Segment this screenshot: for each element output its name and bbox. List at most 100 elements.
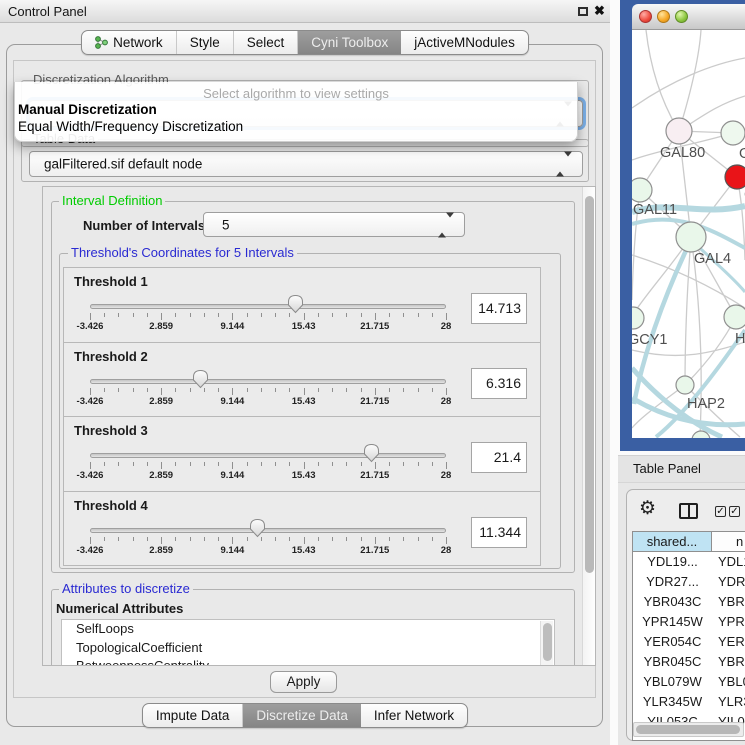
slider-tick — [147, 462, 148, 466]
table-row[interactable]: YBR043CYBR0 — [633, 592, 745, 612]
close-icon[interactable]: ✖ — [594, 2, 605, 20]
network-node-hap2[interactable] — [676, 376, 694, 394]
tab-discretize-data[interactable]: Discretize Data — [243, 704, 361, 727]
slider-tick-label: 15.43 — [292, 321, 316, 332]
threshold-value-field[interactable]: 14.713 — [471, 293, 527, 324]
slider-tick — [304, 313, 305, 320]
slider-tick — [90, 462, 91, 469]
table-row[interactable]: YER054CYER0 — [633, 632, 745, 652]
scrollbar-thumb[interactable] — [543, 623, 552, 661]
column-header-n[interactable]: n — [712, 532, 745, 552]
slider-tick — [346, 462, 347, 466]
network-node-c[interactable] — [725, 165, 745, 189]
node-table: shared...n YDL19...YDL1YDR27...YDR2YBR04… — [632, 531, 745, 741]
scrollbar-thumb[interactable] — [636, 725, 740, 734]
slider-tick — [133, 313, 134, 317]
slider-tick — [432, 537, 433, 541]
minimize-traffic-light-icon[interactable] — [657, 10, 670, 23]
network-node-gal4[interactable] — [676, 222, 706, 252]
slider-tick-label: 15.43 — [292, 396, 316, 407]
slider-tick — [418, 388, 419, 392]
network-window-titlebar[interactable] — [632, 4, 745, 30]
table-cell: YDL19... — [633, 552, 712, 572]
threshold-slider-track[interactable] — [90, 304, 446, 309]
slider-tick — [375, 462, 376, 469]
table-data-combobox[interactable]: galFiltered.sif default node — [29, 151, 583, 177]
dropdown-item-manual-discretization[interactable]: Manual Discretization — [15, 101, 577, 118]
tab-select[interactable]: Select — [234, 31, 299, 54]
threshold-slider-track[interactable] — [90, 528, 446, 533]
settings-vertical-scrollbar[interactable] — [582, 187, 596, 665]
attribute-item-topologicalcoefficient[interactable]: TopologicalCoefficient — [62, 639, 554, 658]
slider-tick — [90, 388, 91, 395]
column-header-shared-[interactable]: shared... — [633, 532, 712, 552]
float-window-icon[interactable] — [578, 7, 588, 16]
tab-infer-network[interactable]: Infer Network — [361, 704, 467, 727]
checkbox-icon[interactable]: ✓ — [729, 506, 740, 517]
threshold-value-field[interactable]: 21.4 — [471, 442, 527, 473]
slider-tick — [346, 388, 347, 392]
table-row[interactable]: YLR345WYLR3 — [633, 692, 745, 712]
number-of-intervals-combobox[interactable]: 5 — [203, 212, 465, 237]
threshold-slider-thumb[interactable] — [192, 369, 209, 392]
slider-tick-label: 15.43 — [292, 470, 316, 481]
threshold-rows: Threshold 1-3.4262.8599.14415.4321.71528… — [63, 267, 541, 566]
table-row[interactable]: YDR27...YDR2 — [633, 572, 745, 592]
threshold-slider-track[interactable] — [90, 453, 446, 458]
table-row[interactable]: YPR145WYPR1 — [633, 612, 745, 632]
slider-tick — [289, 462, 290, 466]
slider-tick — [247, 462, 248, 466]
slider-tick — [90, 313, 91, 320]
gear-icon[interactable]: ⚙ — [639, 497, 656, 520]
network-node-gal11[interactable] — [632, 178, 652, 202]
table-row[interactable]: YBR045CYBR0 — [633, 652, 745, 672]
slider-tick — [232, 462, 233, 469]
network-node-gcy1[interactable] — [632, 307, 644, 329]
threshold-value-field[interactable]: 6.316 — [471, 368, 527, 399]
apply-button[interactable]: Apply — [270, 671, 337, 693]
checkbox-icon[interactable]: ✓ — [715, 506, 726, 517]
tab-label: Network — [113, 35, 163, 50]
slider-tick — [289, 537, 290, 541]
threshold-slider-thumb[interactable] — [363, 443, 380, 466]
tab-label: Select — [247, 35, 285, 50]
tab-network[interactable]: Network — [82, 31, 177, 54]
table-row[interactable]: YBL079WYBL0 — [633, 672, 745, 692]
close-traffic-light-icon[interactable] — [639, 10, 652, 23]
window-title: Control Panel — [8, 4, 87, 19]
slider-tick — [418, 537, 419, 541]
slider-tick — [133, 388, 134, 392]
table-cell: YBR0 — [712, 592, 745, 612]
network-canvas[interactable]: GAL80GCGAL11GAL4GCY1HHAP2 — [632, 30, 745, 438]
slider-tick — [190, 313, 191, 317]
threshold-slider-thumb[interactable] — [249, 518, 266, 541]
numerical-attributes-list[interactable]: SelfLoopsTopologicalCoefficientBetweenne… — [61, 619, 555, 666]
zoom-traffic-light-icon[interactable] — [675, 10, 688, 23]
tab-impute-data[interactable]: Impute Data — [143, 704, 244, 727]
slider-tick — [403, 313, 404, 317]
tab-cyni-toolbox[interactable]: Cyni Toolbox — [298, 31, 401, 54]
slider-tick — [261, 462, 262, 466]
table-horizontal-scrollbar[interactable] — [633, 722, 744, 737]
scrollbar-thumb[interactable] — [585, 196, 594, 573]
attributes-list-scrollbar[interactable] — [540, 621, 553, 666]
threshold-slider-track[interactable] — [90, 379, 446, 384]
thresholds-group-label: Threshold's Coordinates for 5 Intervals — [68, 246, 297, 259]
slider-tick — [304, 537, 305, 544]
attribute-item-selfloops[interactable]: SelfLoops — [62, 620, 554, 639]
slider-tick — [304, 388, 305, 395]
slider-tick-label: 15.43 — [292, 545, 316, 556]
slider-tick — [232, 388, 233, 395]
network-node-g[interactable] — [721, 121, 745, 145]
table-cell: YER0 — [712, 632, 745, 652]
threshold-value-field[interactable]: 11.344 — [471, 517, 527, 548]
split-columns-icon[interactable] — [679, 503, 698, 519]
table-row[interactable]: YDL19...YDL1 — [633, 552, 745, 572]
tab-jactivemnodules[interactable]: jActiveMNodules — [401, 31, 528, 54]
dropdown-item-equal-width-frequency-discretization[interactable]: Equal Width/Frequency Discretization — [15, 118, 577, 135]
attribute-item-betweennesscentrality[interactable]: BetweennessCentrality — [62, 657, 554, 666]
slider-tick — [446, 388, 447, 395]
tab-style[interactable]: Style — [177, 31, 234, 54]
network-node-h[interactable] — [724, 305, 745, 329]
network-node-gal80[interactable] — [666, 118, 692, 144]
